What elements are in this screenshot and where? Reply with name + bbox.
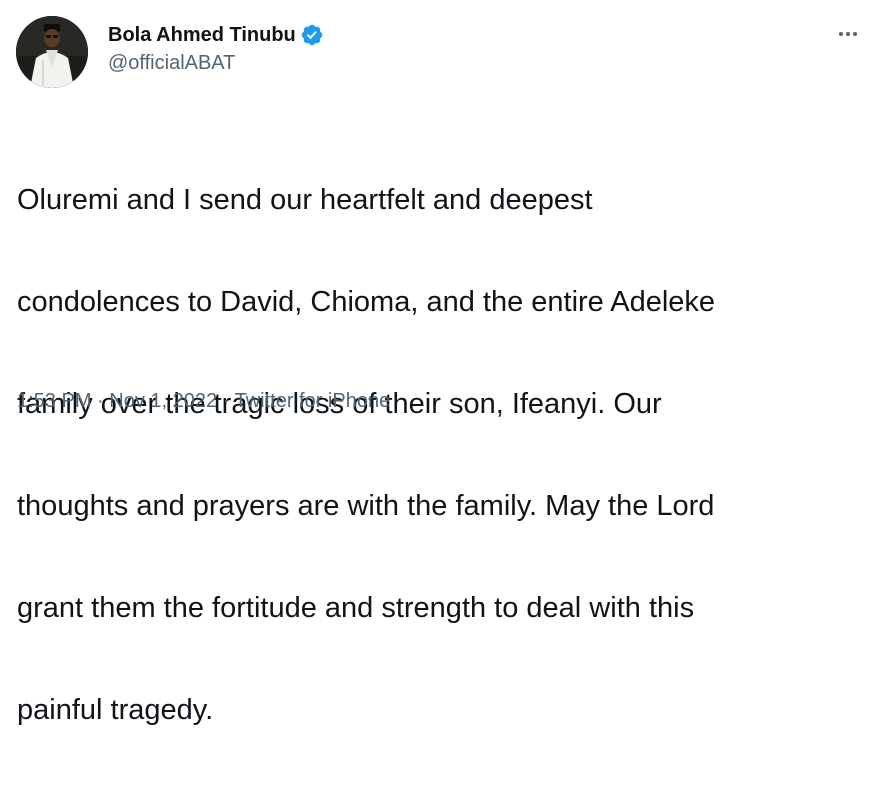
- user-handle[interactable]: @officialABAT: [108, 50, 324, 76]
- avatar[interactable]: [16, 16, 88, 88]
- meta-separator: ·: [97, 390, 104, 412]
- tweet-text: Oluremi and I send our heartfelt and dee…: [17, 115, 867, 795]
- tweet-text-line: thoughts and prayers are with the family…: [17, 490, 715, 522]
- tweet-text-line: grant them the fortitude and strength to…: [17, 592, 695, 624]
- tweet-text-line: painful tragedy.: [17, 694, 214, 726]
- meta-separator: ·: [222, 390, 230, 412]
- tweet-card: Bola Ahmed Tinubu @officialABAT Oluremi …: [0, 0, 882, 726]
- tweet-time[interactable]: 1:53 PM: [17, 390, 91, 412]
- tweet-text-line: condolences to David, Chioma, and the en…: [17, 286, 716, 318]
- more-options-button[interactable]: [832, 22, 864, 46]
- tweet-date[interactable]: Nov 1, 2022: [109, 390, 217, 412]
- display-name[interactable]: Bola Ahmed Tinubu: [108, 22, 296, 48]
- more-horizontal-icon: [839, 32, 857, 36]
- name-row: Bola Ahmed Tinubu: [108, 22, 324, 48]
- tweet-meta: 1:53 PM · Nov 1, 2022 · Twitter for iPho…: [17, 388, 390, 414]
- tweet-source[interactable]: Twitter for iPhone: [235, 390, 391, 412]
- verified-badge-icon: [300, 23, 324, 47]
- author-info: Bola Ahmed Tinubu @officialABAT: [108, 22, 324, 76]
- tweet-text-line: Oluremi and I send our heartfelt and dee…: [17, 184, 593, 216]
